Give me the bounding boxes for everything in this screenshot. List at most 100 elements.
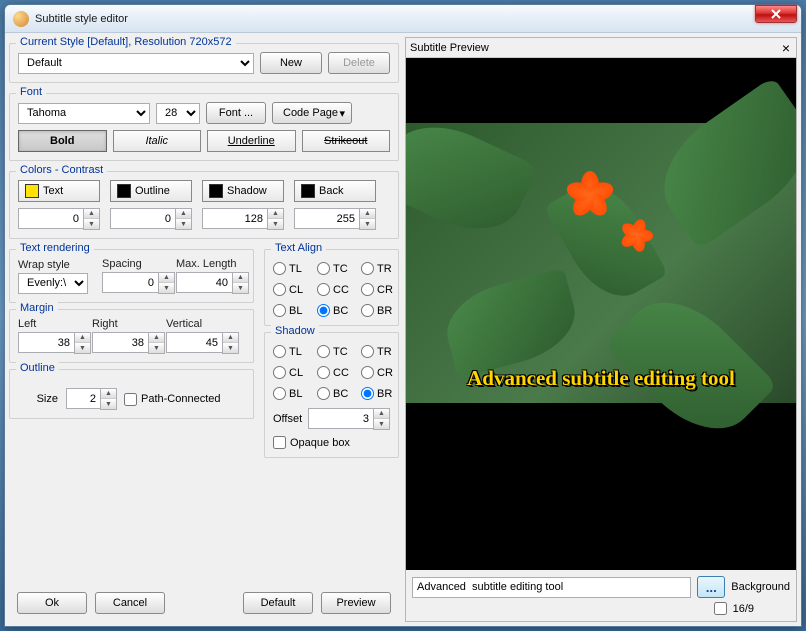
background-label: Background <box>731 581 790 593</box>
delete-button[interactable]: Delete <box>328 52 390 74</box>
close-icon <box>771 9 781 19</box>
outline-title: Outline <box>16 362 59 374</box>
bottom-button-row: Ok Cancel Default Preview <box>9 592 399 622</box>
text-contrast-spinner[interactable]: ▲▼ <box>18 208 100 230</box>
shadow-bc[interactable]: BC <box>317 387 357 400</box>
offset-spinner[interactable]: ▲▼ <box>308 408 390 430</box>
wrap-label: Wrap style <box>18 259 88 271</box>
ok-button[interactable]: Ok <box>17 592 87 614</box>
align-tc[interactable]: TC <box>317 262 357 275</box>
subtitle-text-input[interactable] <box>412 577 691 598</box>
align-bl[interactable]: BL <box>273 304 313 317</box>
path-connected-checkbox[interactable] <box>124 393 137 406</box>
shadow-tc[interactable]: TC <box>317 345 357 358</box>
subtitle-preview-text: Advanced subtitle editing tool <box>406 366 796 391</box>
cancel-button[interactable]: Cancel <box>95 592 165 614</box>
outline-contrast-spinner[interactable]: ▲▼ <box>110 208 192 230</box>
text-align-group: Text Align TL TC TR CL CC CR BL BC BR <box>264 249 399 326</box>
align-tl[interactable]: TL <box>273 262 313 275</box>
preview-panel: Subtitle Preview × <box>405 37 797 622</box>
shadow-tl[interactable]: TL <box>273 345 313 358</box>
shadow-color-button[interactable]: Shadow <box>202 180 284 202</box>
margin-left-label: Left <box>18 318 78 330</box>
align-cl[interactable]: CL <box>273 283 313 296</box>
bold-toggle[interactable]: Bold <box>18 130 107 152</box>
font-group: Font Tahoma 28 Font ... Code Page▾ Bold … <box>9 93 399 161</box>
size-select[interactable]: 28 <box>156 103 200 124</box>
ratio-checkbox[interactable] <box>714 602 727 615</box>
underline-toggle[interactable]: Underline <box>207 130 296 152</box>
align-tr[interactable]: TR <box>361 262 401 275</box>
path-connected-label: Path-Connected <box>141 393 221 405</box>
shadow-contrast-spinner[interactable]: ▲▼ <box>202 208 284 230</box>
preview-close-button[interactable]: × <box>780 40 792 56</box>
text-color-button[interactable]: Text <box>18 180 100 202</box>
align-bc[interactable]: BC <box>317 304 357 317</box>
codepage-button[interactable]: Code Page▾ <box>272 102 352 124</box>
margin-left-spinner[interactable]: ▲▼ <box>18 332 78 354</box>
shadow-cl[interactable]: CL <box>273 366 313 379</box>
shadow-cr[interactable]: CR <box>361 366 401 379</box>
style-group: Current Style [Default], Resolution 720x… <box>9 43 399 83</box>
preview-area: Advanced subtitle editing tool <box>406 58 796 570</box>
italic-toggle[interactable]: Italic <box>113 130 202 152</box>
window: Subtitle style editor Current Style [Def… <box>4 4 802 627</box>
preview-title: Subtitle Preview <box>410 42 489 54</box>
chevron-down-icon: ▾ <box>339 107 345 120</box>
style-group-title: Current Style [Default], Resolution 720x… <box>16 36 236 48</box>
shadow-tr[interactable]: TR <box>361 345 401 358</box>
align-cc[interactable]: CC <box>317 283 357 296</box>
outline-color-swatch <box>117 184 131 198</box>
shadow-cc[interactable]: CC <box>317 366 357 379</box>
margin-vert-label: Vertical <box>166 318 226 330</box>
outline-group: Outline Size ▲▼ Path-Connected <box>9 369 254 419</box>
ratio-label: 16/9 <box>733 603 754 615</box>
text-contrast-input[interactable] <box>18 208 83 229</box>
opaque-checkbox[interactable] <box>273 436 286 449</box>
style-select[interactable]: Default <box>18 53 254 74</box>
offset-label: Offset <box>273 413 302 425</box>
back-color-swatch <box>301 184 315 198</box>
preview-bottom: ... Background 16/9 <box>406 570 796 621</box>
titlebar: Subtitle style editor <box>5 5 801 33</box>
preview-image: Advanced subtitle editing tool <box>406 123 796 403</box>
back-contrast-input[interactable] <box>294 208 359 229</box>
outline-size-spinner[interactable]: ▲▼ <box>66 388 116 410</box>
margin-vert-spinner[interactable]: ▲▼ <box>166 332 226 354</box>
text-color-swatch <box>25 184 39 198</box>
margin-right-label: Right <box>92 318 152 330</box>
text-rendering-group: Text rendering Wrap style Evenly:\N Spac… <box>9 249 254 303</box>
maxlen-spinner[interactable]: ▲▼ <box>176 272 242 294</box>
back-color-button[interactable]: Back <box>294 180 376 202</box>
margin-group: Margin Left ▲▼ Right ▲▼ Vertical <box>9 309 254 363</box>
font-select[interactable]: Tahoma <box>18 103 150 124</box>
preview-button[interactable]: Preview <box>321 592 391 614</box>
shadow-br[interactable]: BR <box>361 387 401 400</box>
shadow-group: Shadow TL TC TR CL CC CR BL BC BR <box>264 332 399 458</box>
back-contrast-spinner[interactable]: ▲▼ <box>294 208 376 230</box>
colors-group: Colors - Contrast Text Outline Shadow Ba… <box>9 171 399 239</box>
font-dialog-button[interactable]: Font ... <box>206 102 266 124</box>
strikeout-toggle[interactable]: Strikeout <box>302 130 391 152</box>
align-br[interactable]: BR <box>361 304 401 317</box>
text-align-title: Text Align <box>271 242 326 254</box>
browse-bg-button[interactable]: ... <box>697 576 725 598</box>
wrap-select[interactable]: Evenly:\N <box>18 273 88 294</box>
new-button[interactable]: New <box>260 52 322 74</box>
shadow-contrast-input[interactable] <box>202 208 267 229</box>
left-panel: Current Style [Default], Resolution 720x… <box>9 37 399 622</box>
default-button[interactable]: Default <box>243 592 313 614</box>
shadow-title: Shadow <box>271 325 319 337</box>
margin-title: Margin <box>16 302 58 314</box>
app-icon <box>13 11 29 27</box>
margin-right-spinner[interactable]: ▲▼ <box>92 332 152 354</box>
outline-color-button[interactable]: Outline <box>110 180 192 202</box>
close-button[interactable] <box>755 5 797 23</box>
shadow-bl[interactable]: BL <box>273 387 313 400</box>
window-title: Subtitle style editor <box>35 13 755 25</box>
spacing-spinner[interactable]: ▲▼ <box>102 272 162 294</box>
font-group-title: Font <box>16 86 46 98</box>
align-cr[interactable]: CR <box>361 283 401 296</box>
opaque-label: Opaque box <box>290 437 350 449</box>
outline-contrast-input[interactable] <box>110 208 175 229</box>
